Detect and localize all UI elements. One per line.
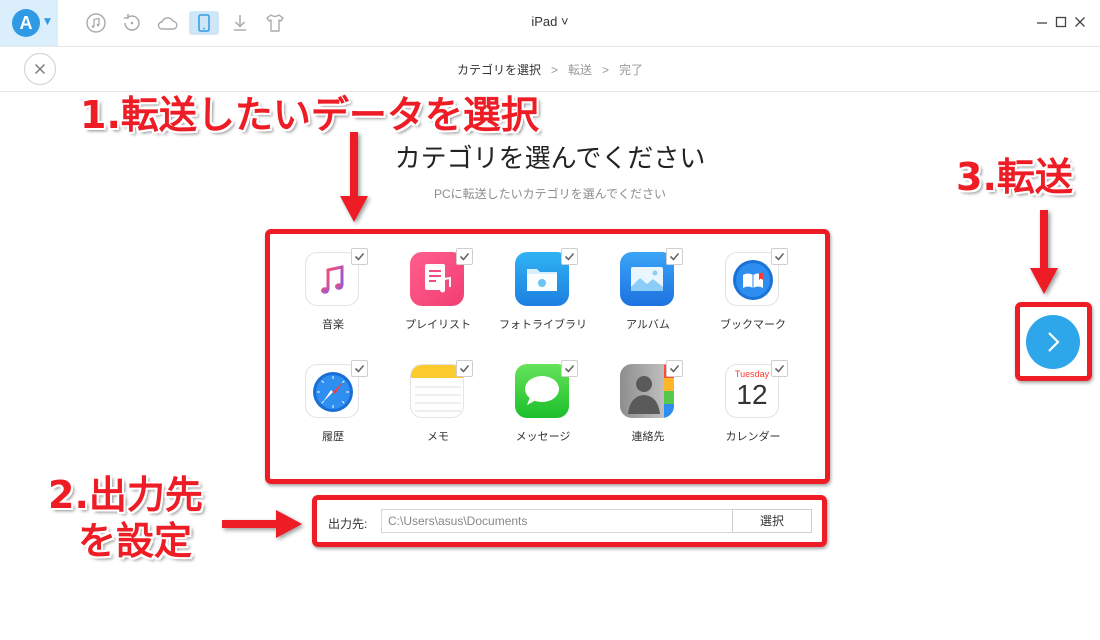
annotation-step2-line2: を設定 (78, 519, 193, 563)
arrow-down-icon (340, 132, 368, 222)
annotation-step1: 1.転送したいデータを選択 (80, 93, 539, 137)
annotation-step3: 3.転送 (956, 155, 1073, 199)
arrow-down-icon (1030, 210, 1058, 294)
arrow-right-icon (222, 510, 302, 538)
